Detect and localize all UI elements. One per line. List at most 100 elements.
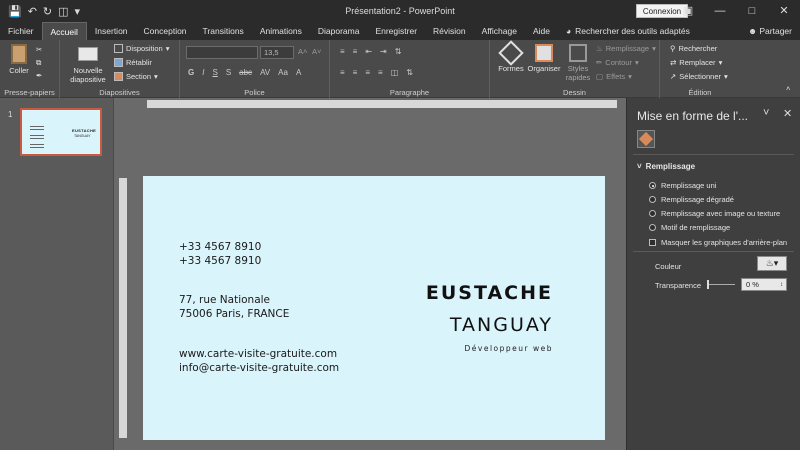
customize-qat-icon[interactable]: ▾ — [75, 5, 81, 18]
align-left-icon[interactable]: ≡ — [340, 68, 345, 77]
pane-close-icon[interactable]: ✕ — [783, 107, 792, 120]
save-icon[interactable]: 💾 — [8, 5, 22, 18]
format-painter-icon[interactable]: ✒ — [36, 71, 42, 80]
bullets-icon[interactable]: ≡ — [340, 47, 345, 56]
paint-bucket-icon — [638, 131, 654, 147]
case-icon[interactable]: Aa — [278, 68, 288, 77]
tab-accueil[interactable]: Accueil — [41, 22, 87, 40]
font-format-buttons: G I S S abc AV Aa A — [188, 68, 301, 77]
tab-aide[interactable]: Aide — [525, 22, 558, 40]
spinner-arrows-icon[interactable]: ↕ — [780, 279, 783, 291]
color-label: Couleur — [655, 262, 682, 271]
select-button[interactable]: ↗ Sélectionner ▾ — [670, 72, 728, 81]
business-card-slide[interactable]: +33 4567 8910 +33 4567 8910 77, rue Nati… — [143, 176, 605, 440]
start-slideshow-icon[interactable]: ◫ — [58, 5, 68, 18]
increase-indent-icon[interactable]: ⇥ — [380, 47, 387, 56]
radio-pattern-fill[interactable]: Motif de remplissage — [649, 223, 730, 232]
tab-insertion[interactable]: Insertion — [87, 22, 136, 40]
shape-fill-button[interactable]: ♨ Remplissage ▾ — [596, 44, 656, 53]
hide-background-graphics-checkbox[interactable]: Masquer les graphiques d'arrière-plan — [649, 238, 787, 247]
first-name[interactable]: EUSTACHE — [426, 282, 553, 304]
align-right-icon[interactable]: ≡ — [365, 68, 370, 77]
align-buttons: ≡ ≡ ≡ ≡ ◫ ⇅ — [340, 68, 413, 77]
tab-diaporama[interactable]: Diaporama — [310, 22, 368, 40]
copy-icon[interactable]: ⧉ — [36, 58, 41, 68]
radio-gradient-fill[interactable]: Remplissage dégradé — [649, 195, 734, 204]
color-picker-button[interactable]: ♨▾ — [757, 256, 787, 271]
shape-effects-button[interactable]: ▢ Effets ▾ — [596, 72, 632, 81]
justify-icon[interactable]: ≡ — [378, 68, 383, 77]
bold-icon[interactable]: G — [188, 68, 194, 77]
transparency-slider-thumb[interactable] — [707, 280, 709, 289]
shadow-icon[interactable]: S — [226, 68, 231, 77]
contact-block[interactable]: www.carte-visite-gratuite.com info@carte… — [179, 347, 339, 375]
new-slide-button[interactable]: Nouvelle diapositive — [66, 44, 110, 84]
checkbox — [649, 239, 656, 246]
shrink-font-icon[interactable]: A˅ — [312, 47, 321, 56]
align-center-icon[interactable]: ≡ — [353, 68, 358, 77]
font-size-combo[interactable]: 13,5 — [260, 46, 294, 59]
undo-icon[interactable]: ↶ — [28, 5, 37, 18]
close-icon[interactable]: ✕ — [768, 0, 800, 22]
job-title[interactable]: Développeur web — [465, 344, 553, 353]
drawing-group: Formes Organiser Styles rapides ♨ Rempli… — [490, 40, 660, 98]
person-icon: ☻ — [748, 26, 758, 36]
tell-me-search[interactable]: ◕ Rechercher des outils adaptés — [558, 22, 698, 40]
phone-block[interactable]: +33 4567 8910 +33 4567 8910 — [179, 240, 261, 268]
text-direction-icon[interactable]: ⇅ — [406, 68, 413, 77]
tab-enregistrer[interactable]: Enregistrer — [367, 22, 425, 40]
paste-button[interactable]: Coller — [6, 44, 32, 75]
ribbon-options-icon[interactable]: ▣ — [672, 0, 704, 22]
spacing-icon[interactable]: AV — [260, 68, 270, 77]
decrease-indent-icon[interactable]: ⇤ — [365, 47, 372, 56]
thumbnail-first-name: EUSTACHE — [72, 128, 97, 133]
replace-button[interactable]: ⇄ Remplacer ▾ — [670, 58, 722, 67]
font-color-icon[interactable]: A — [296, 68, 301, 77]
address-block[interactable]: 77, rue Nationale 75006 Paris, FRANCE — [179, 293, 289, 321]
arrange-button[interactable]: Organiser — [526, 44, 562, 73]
tab-fichier[interactable]: Fichier — [0, 22, 42, 40]
paragraph-group-label: Paragraphe — [389, 88, 430, 97]
reset-button[interactable]: Rétablir — [114, 58, 152, 67]
minimize-icon[interactable]: — — [704, 0, 736, 22]
fill-section-header[interactable]: ˅ Remplissage — [637, 162, 695, 171]
transparency-label: Transparence — [655, 281, 701, 290]
window-controls: ▣ — □ ✕ — [672, 0, 800, 22]
maximize-icon[interactable]: □ — [736, 0, 768, 22]
layout-button[interactable]: Disposition ▾ — [114, 44, 169, 53]
font-family-combo[interactable] — [186, 46, 258, 59]
tab-transitions[interactable]: Transitions — [195, 22, 252, 40]
find-button[interactable]: ⚲ Rechercher — [670, 44, 717, 53]
redo-icon[interactable]: ↻ — [43, 5, 52, 18]
tab-affichage[interactable]: Affichage — [474, 22, 525, 40]
transparency-slider-track[interactable] — [707, 284, 735, 285]
radio-picture-fill[interactable]: Remplissage avec image ou texture — [649, 209, 780, 218]
strikethrough-icon[interactable]: abc — [239, 68, 252, 77]
radio-solid-fill[interactable]: Remplissage uni — [649, 181, 716, 190]
select-cursor-icon: ↗ — [670, 72, 677, 81]
shapes-button[interactable]: Formes — [498, 40, 524, 73]
last-name[interactable]: TANGUAY — [450, 314, 553, 336]
fill-bucket-icon: ♨ — [596, 44, 603, 53]
italic-icon[interactable]: I — [202, 68, 204, 77]
slide-thumbnail[interactable]: EUSTACHE TANGUAY — [20, 108, 102, 156]
share-button[interactable]: ☻ Partager — [748, 22, 792, 40]
grow-font-icon[interactable]: A˄ — [298, 47, 307, 56]
transparency-spinner[interactable]: 0 % ↕ — [741, 278, 787, 291]
fill-tab[interactable] — [637, 130, 655, 148]
tab-revision[interactable]: Révision — [425, 22, 474, 40]
shape-outline-button[interactable]: ✏ Contour ▾ — [596, 58, 639, 67]
columns-icon[interactable]: ◫ — [391, 68, 399, 77]
tab-conception[interactable]: Conception — [136, 22, 195, 40]
radio-button — [649, 196, 656, 203]
section-button[interactable]: Section ▾ — [114, 72, 158, 81]
pane-options-icon[interactable]: ˅ — [763, 107, 769, 119]
layout-icon — [114, 44, 123, 53]
quick-styles-button[interactable]: Styles rapides — [564, 44, 592, 82]
tab-animations[interactable]: Animations — [252, 22, 310, 40]
line-spacing-icon[interactable]: ⇅ — [395, 47, 402, 56]
collapse-ribbon-icon[interactable]: ˄ — [786, 84, 790, 93]
numbering-icon[interactable]: ≡ — [353, 47, 358, 56]
underline-icon[interactable]: S — [212, 68, 217, 77]
cut-icon[interactable]: ✂ — [36, 45, 42, 54]
